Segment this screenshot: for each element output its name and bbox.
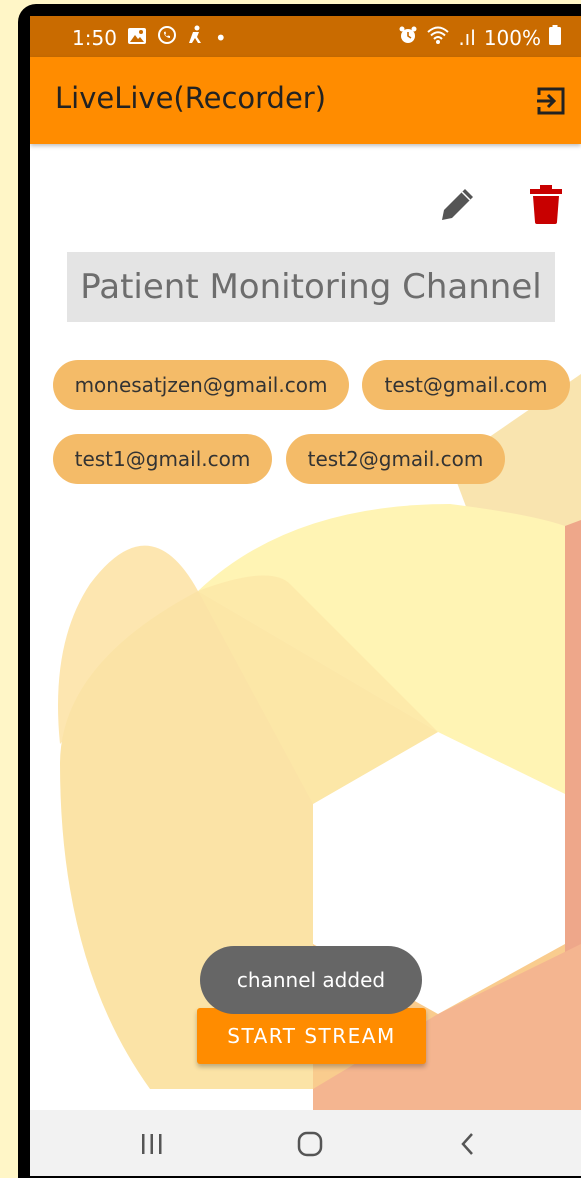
edit-channel-button[interactable]: [438, 184, 478, 224]
member-chip[interactable]: test1@gmail.com: [53, 434, 272, 484]
figure-icon: [187, 25, 205, 50]
pencil-icon: [442, 189, 473, 220]
status-dot: •: [214, 25, 227, 50]
member-chip[interactable]: monesatjzen@gmail.com: [53, 360, 349, 410]
clock: 1:50: [72, 25, 117, 50]
whatsapp-icon: [157, 25, 177, 50]
trash-icon: [530, 185, 562, 224]
back-icon: [461, 1133, 473, 1155]
member-chip[interactable]: test@gmail.com: [362, 360, 570, 410]
exit-button[interactable]: [535, 85, 567, 117]
channel-detail: Patient Monitoring Channel monesatjzen@g…: [30, 144, 581, 1114]
system-nav-bar: [30, 1110, 581, 1176]
home-button[interactable]: [290, 1128, 330, 1160]
status-bar: 1:50 • .ıl 100%: [30, 16, 581, 57]
app-bar: LiveLive(Recorder): [30, 57, 581, 144]
battery-icon: [549, 25, 561, 50]
start-stream-button[interactable]: START STREAM: [197, 1008, 426, 1064]
back-button[interactable]: [448, 1128, 488, 1160]
delete-channel-button[interactable]: [528, 184, 564, 224]
recents-icon: [142, 1134, 162, 1154]
gallery-icon: [127, 26, 147, 50]
exit-icon: [537, 87, 565, 115]
app-title: LiveLive(Recorder): [55, 81, 327, 115]
member-chip[interactable]: test2@gmail.com: [286, 434, 505, 484]
screen: 1:50 • .ıl 100% LiveLive(Recorder) Patie…: [30, 16, 581, 1176]
toast-message: channel added: [200, 946, 422, 1014]
wifi-icon: [426, 25, 450, 50]
battery-percent: 100%: [483, 25, 541, 50]
signal-strength: .ıl: [458, 25, 476, 50]
recents-button[interactable]: [132, 1128, 172, 1160]
channel-name-field[interactable]: Patient Monitoring Channel: [67, 252, 555, 322]
phone-frame: 1:50 • .ıl 100% LiveLive(Recorder) Patie…: [18, 4, 581, 1178]
alarm-icon: [398, 25, 418, 50]
home-icon: [297, 1131, 323, 1157]
